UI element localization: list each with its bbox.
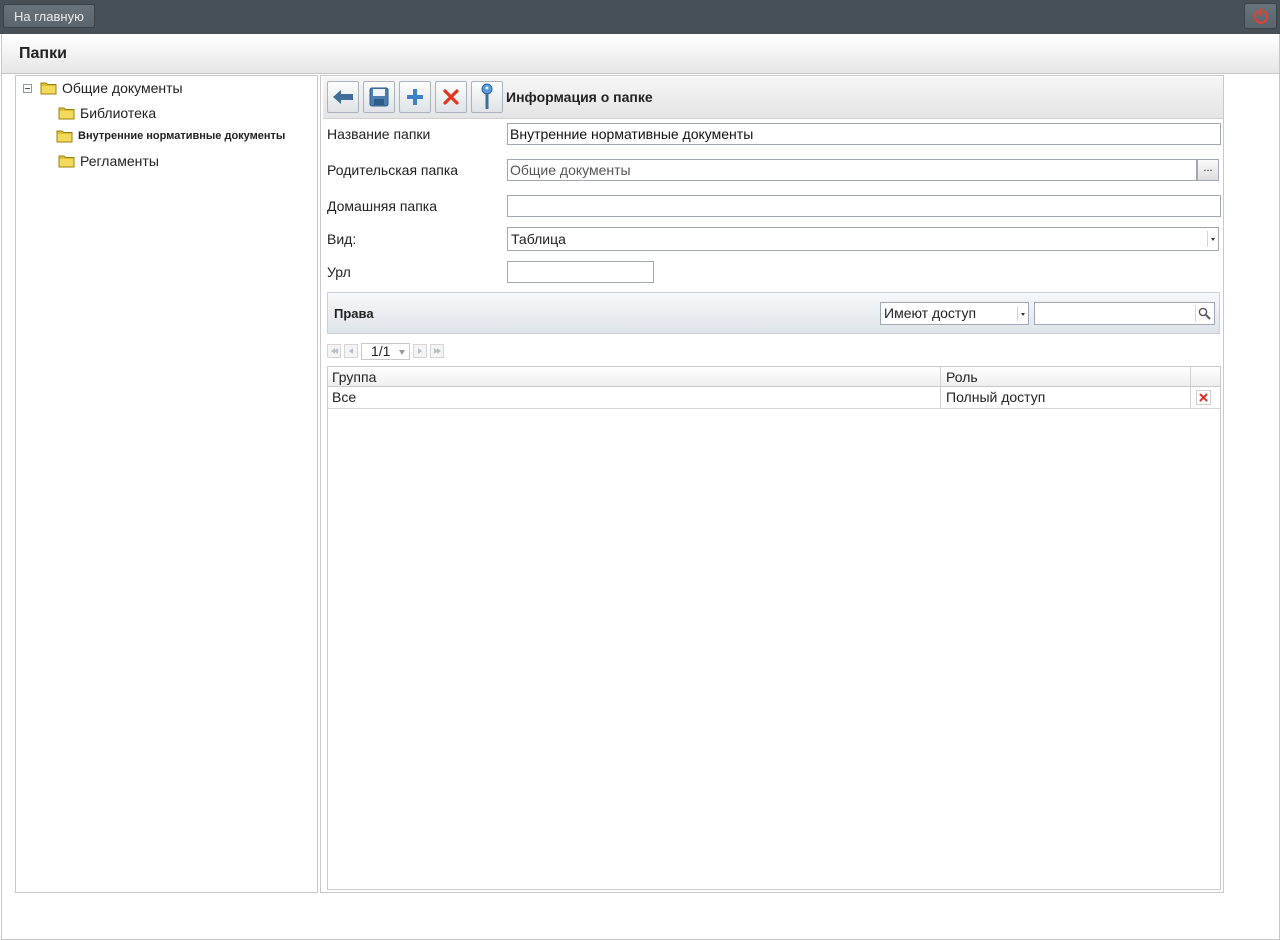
tree-node-internal-docs[interactable]: Внутренние нормативные документы <box>56 129 285 143</box>
toolbar: Информация о папке <box>323 77 1223 119</box>
last-page-icon[interactable] <box>430 344 444 358</box>
collapse-icon[interactable] <box>23 83 32 93</box>
view-select-value: Таблица <box>511 231 566 247</box>
permissions-button[interactable] <box>471 81 503 113</box>
view-label: Вид: <box>327 231 357 247</box>
add-button[interactable] <box>399 81 431 113</box>
search-icon[interactable] <box>1195 305 1212 322</box>
cell-role: Полный доступ <box>946 389 1046 405</box>
tree-label: Библиотека <box>80 105 157 121</box>
folder-name-label: Название папки <box>327 126 431 142</box>
rights-search-input[interactable] <box>1034 302 1215 325</box>
table-row[interactable]: Все Полный доступ <box>328 387 1220 409</box>
home-folder-label: Домашняя папка <box>327 198 438 214</box>
parent-folder-input[interactable]: Общие документы <box>507 159 1197 181</box>
tree-label: Регламенты <box>80 153 159 169</box>
rights-header: Права Имеют доступ <box>327 292 1220 334</box>
column-divider <box>940 367 941 409</box>
rights-grid: Группа Роль Все Полный доступ <box>327 366 1221 890</box>
folder-details-panel: Информация о папке Название папки Внутре… <box>320 75 1224 893</box>
parent-folder-label: Родительская папка <box>327 162 459 178</box>
browse-parent-button[interactable]: ... <box>1197 159 1219 181</box>
folder-icon <box>56 130 73 143</box>
next-page-icon[interactable] <box>413 344 427 358</box>
folder-icon <box>40 82 57 95</box>
back-icon <box>333 90 353 104</box>
top-bar: На главную <box>0 0 1280 34</box>
home-folder-input[interactable] <box>507 195 1221 217</box>
access-filter-value: Имеют доступ <box>884 305 977 321</box>
home-button[interactable]: На главную <box>3 4 95 28</box>
prev-page-icon[interactable] <box>344 344 358 358</box>
tree-label: Внутренние нормативные документы <box>78 130 286 142</box>
delete-icon <box>443 89 459 105</box>
chevron-down-icon <box>1207 231 1216 247</box>
add-icon <box>407 89 423 105</box>
tree-node-library[interactable]: Библиотека <box>58 105 156 121</box>
window-title: Папки <box>19 45 67 62</box>
close-icon <box>1199 393 1208 402</box>
save-button[interactable] <box>363 81 395 113</box>
remove-row-button[interactable] <box>1196 390 1211 405</box>
column-divider <box>1190 367 1191 409</box>
folders-window: Папки Общие документы Библиотека Внутрен… <box>1 34 1280 940</box>
tree-label: Общие документы <box>62 80 183 96</box>
rights-title: Права <box>334 306 374 321</box>
folder-icon <box>58 155 75 168</box>
delete-button[interactable] <box>435 81 467 113</box>
power-icon <box>1253 8 1268 24</box>
key-icon <box>481 83 493 109</box>
folder-icon <box>58 107 75 120</box>
view-select[interactable]: Таблица <box>507 227 1219 251</box>
cell-group: Все <box>332 389 357 405</box>
column-header-role[interactable]: Роль <box>942 367 978 387</box>
tree-node-root[interactable]: Общие документы <box>23 80 183 96</box>
folder-name-input[interactable]: Внутренние нормативные документы <box>507 123 1221 145</box>
folder-tree: Общие документы Библиотека Внутренние но… <box>15 75 318 893</box>
logout-button[interactable] <box>1244 3 1277 29</box>
tree-node-regulations[interactable]: Регламенты <box>58 153 159 169</box>
first-page-icon[interactable] <box>327 344 341 358</box>
url-label: Урл <box>327 264 351 280</box>
access-filter-select[interactable]: Имеют доступ <box>880 302 1029 325</box>
back-button[interactable] <box>327 81 359 113</box>
page-select[interactable]: 1/1 <box>361 342 410 360</box>
grid-header: Группа Роль <box>328 367 1220 387</box>
pager: 1/1 <box>327 342 447 360</box>
save-icon <box>369 87 389 107</box>
window-header: Папки <box>2 34 1279 74</box>
panel-title: Информация о папке <box>506 89 653 105</box>
url-input[interactable] <box>507 261 654 283</box>
column-header-group[interactable]: Группа <box>328 367 376 387</box>
chevron-down-icon <box>1017 306 1026 321</box>
